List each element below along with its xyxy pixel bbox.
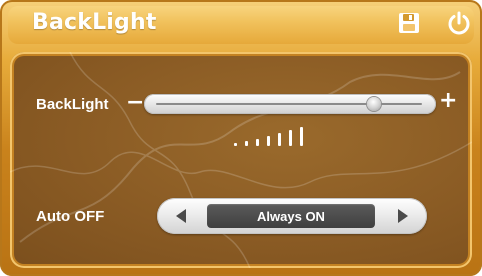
page-title: BackLight (32, 10, 157, 35)
backlight-label: BackLight (36, 96, 109, 113)
level-bar (300, 127, 303, 146)
auto-off-next-button[interactable] (393, 206, 413, 226)
triangle-right-icon (398, 209, 408, 223)
slider-rail (156, 103, 422, 105)
backlight-slider[interactable] (144, 94, 436, 114)
backlight-level-indicator (234, 122, 334, 146)
level-bar (289, 130, 292, 146)
power-button[interactable] (446, 10, 472, 36)
level-bar (267, 136, 270, 146)
backlight-decrease-button[interactable]: − (126, 90, 144, 115)
auto-off-selector: Always ON (157, 198, 427, 234)
level-bar (256, 139, 259, 146)
level-bar (278, 133, 281, 146)
save-icon (399, 13, 419, 33)
settings-panel: BackLight − + Auto OFF Always ON (10, 52, 472, 268)
triangle-left-icon (176, 209, 186, 223)
auto-off-value: Always ON (207, 204, 375, 228)
map-background (10, 52, 472, 268)
level-bar (245, 141, 248, 146)
auto-off-prev-button[interactable] (171, 206, 191, 226)
save-button[interactable] (396, 10, 422, 36)
power-icon (448, 11, 470, 35)
backlight-increase-button[interactable]: + (439, 88, 457, 113)
level-bar (234, 143, 237, 146)
slider-knob[interactable] (367, 97, 382, 111)
auto-off-label: Auto OFF (36, 208, 105, 225)
backlight-window: BackLight BackLight − + Auto OFF Always … (0, 0, 482, 276)
